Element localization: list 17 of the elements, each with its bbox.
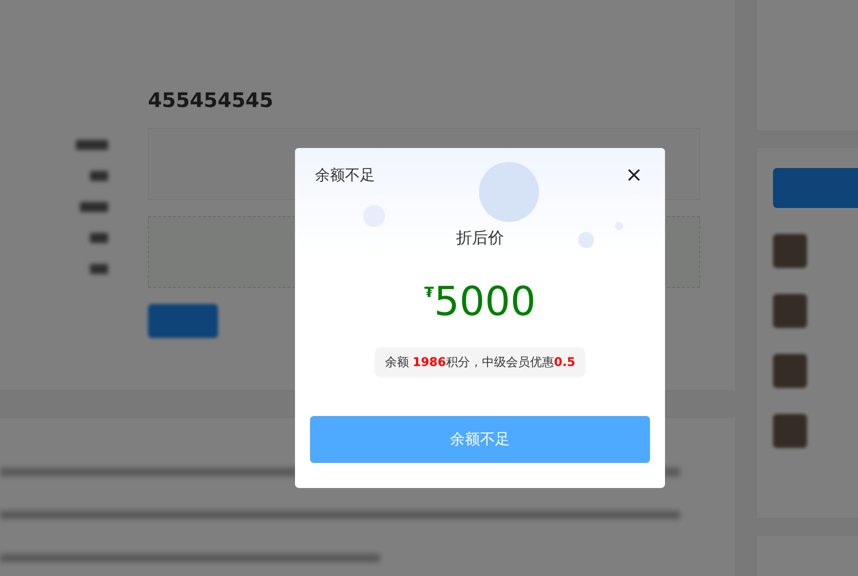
blurred-text xyxy=(90,233,108,243)
avatar-icon xyxy=(773,234,807,268)
blurred-text xyxy=(90,264,108,274)
balance-note: 余额 1986积分，中级会员优惠0.5 xyxy=(376,349,584,376)
page-title: 455454545 xyxy=(148,88,274,112)
price-label: 折后价 xyxy=(455,228,505,249)
insufficient-balance-button[interactable]: 余额不足 xyxy=(310,416,650,463)
blurred-text xyxy=(76,140,108,150)
price-value: 5000 xyxy=(434,279,536,325)
avatar-icon xyxy=(773,414,807,448)
avatar-icon xyxy=(773,294,807,328)
dialog-title: 余额不足 xyxy=(315,166,375,184)
avatar-icon xyxy=(773,354,807,388)
close-icon[interactable] xyxy=(627,168,641,182)
blurred-text xyxy=(80,202,108,212)
currency-symbol: ₮ xyxy=(424,285,434,301)
blurred-text xyxy=(90,171,108,181)
